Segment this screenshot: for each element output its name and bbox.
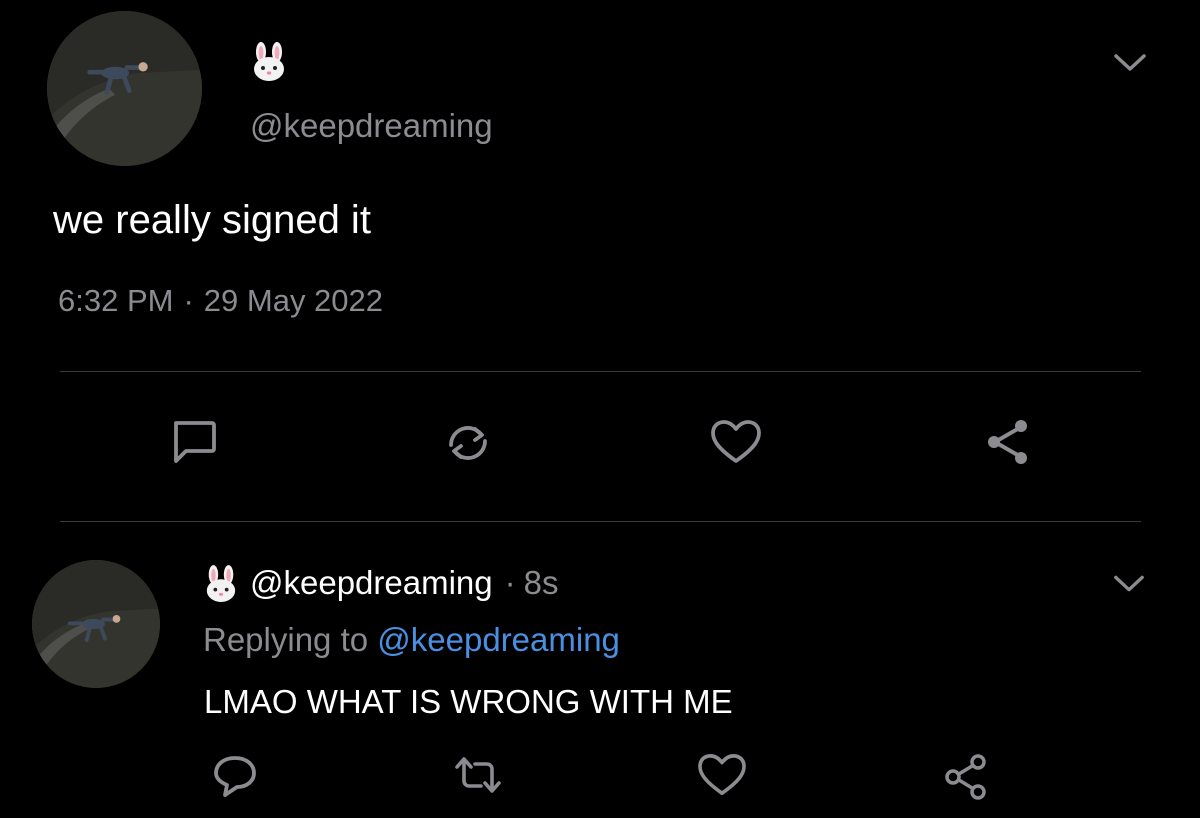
separator-dot: · — [504, 564, 516, 601]
author-handle[interactable]: @keepdreaming — [250, 564, 493, 601]
chevron-down-icon[interactable] — [1112, 52, 1148, 74]
chevron-down-icon[interactable] — [1112, 573, 1146, 595]
reply-header: @keepdreaming · 8s — [250, 563, 559, 603]
retweet-button[interactable] — [450, 752, 506, 798]
divider — [60, 371, 1141, 372]
tweet-text: we really signed it — [53, 198, 371, 242]
share-icon — [988, 420, 1027, 464]
share-button[interactable] — [980, 414, 1036, 470]
replying-to-mention[interactable]: @keepdreaming — [377, 621, 620, 658]
reply-button[interactable] — [164, 414, 224, 470]
reply-icon — [174, 421, 216, 463]
avatar[interactable] — [32, 560, 160, 688]
author-handle[interactable]: @keepdreaming — [250, 106, 493, 146]
tweet-date: 29 May 2022 — [203, 283, 384, 318]
avatar-photo — [47, 11, 202, 166]
reply-time: 8s — [523, 564, 559, 601]
like-icon — [711, 420, 761, 463]
like-icon — [698, 754, 746, 796]
separator-dot: · — [183, 283, 194, 318]
like-button[interactable] — [708, 418, 764, 468]
retweet-button[interactable] — [440, 418, 496, 468]
retweet-icon — [449, 426, 487, 460]
reply-button[interactable] — [208, 752, 262, 798]
share-icon — [945, 754, 986, 800]
share-button[interactable] — [940, 752, 992, 802]
replying-to: Replying to @keepdreaming — [203, 620, 620, 660]
avatar[interactable] — [47, 11, 202, 166]
reply-text: LMAO WHAT IS WRONG WITH ME — [204, 683, 733, 720]
retweet-icon — [455, 757, 501, 793]
reply-icon — [214, 756, 256, 797]
tweet-time: 6:32 PM — [58, 283, 174, 318]
avatar-photo — [32, 560, 160, 688]
divider — [60, 521, 1141, 522]
rabbit-face-emoji — [251, 42, 287, 82]
tweet-timestamp: 6:32 PM · 29 May 2022 — [58, 282, 383, 320]
replying-to-label: Replying to — [203, 621, 369, 658]
like-button[interactable] — [694, 752, 750, 800]
rabbit-face-emoji — [204, 565, 238, 603]
